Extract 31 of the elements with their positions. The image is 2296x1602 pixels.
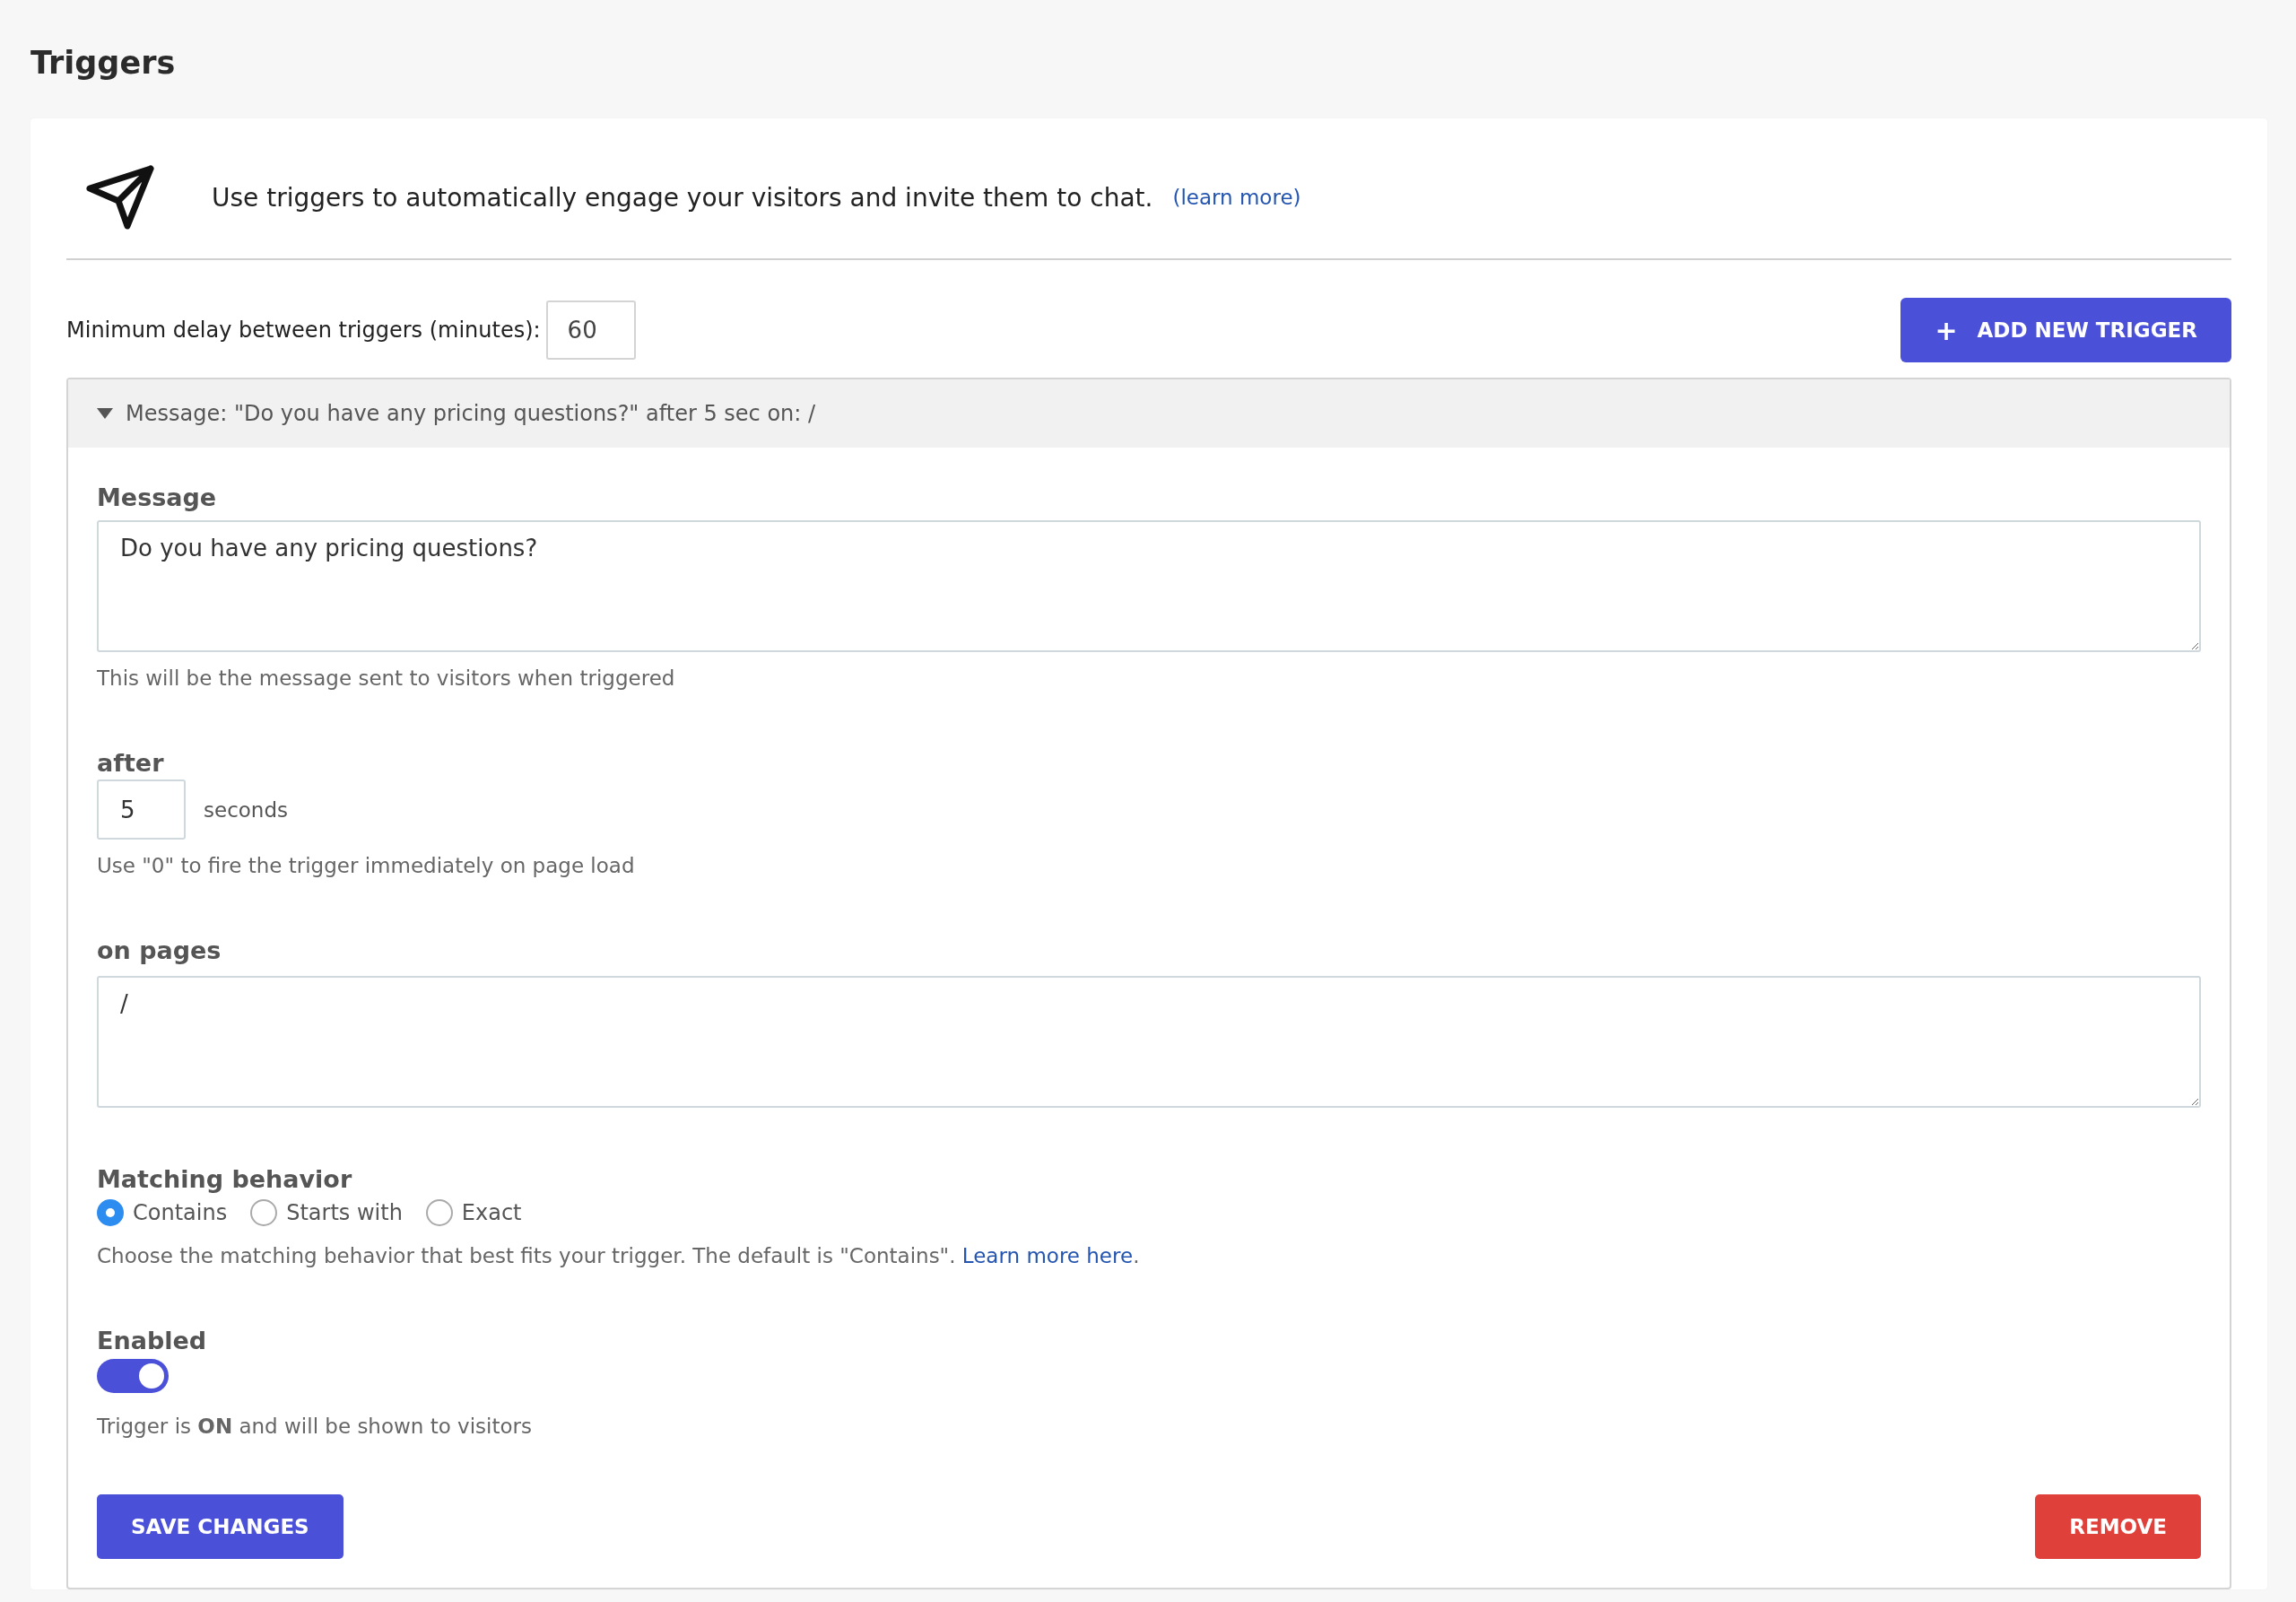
field-label: Message xyxy=(97,483,218,513)
intro-text: Use triggers to automatically engage your visitors and invite them to chat. xyxy=(212,182,1153,213)
radio-button[interactable] xyxy=(250,1199,278,1226)
radio-label: Exact xyxy=(461,1200,522,1225)
paper-plane-icon xyxy=(86,165,154,230)
status-text: Trigger is ON and will be shown to visitors xyxy=(97,1414,534,1440)
field-label: on pages xyxy=(97,936,222,966)
help-text: Use "0" to fire the trigger immediately on page load xyxy=(97,853,636,879)
learn-more-link[interactable]: Learn more here xyxy=(961,1244,1134,1267)
field-label: Enabled xyxy=(97,1326,208,1356)
add-trigger-button[interactable]: + ADD NEW TRIGGER xyxy=(1900,298,2231,362)
pages-field[interactable]: / xyxy=(97,976,2201,1108)
help-text: Choose the matching behavior that best fits your trigger. The default is "Contains". Learn more here. xyxy=(97,1243,1141,1269)
save-button[interactable]: SAVE CHANGES xyxy=(97,1494,344,1559)
remove-button[interactable]: REMOVE xyxy=(2035,1494,2201,1559)
radio-label: Contains xyxy=(133,1200,228,1225)
radio-button[interactable] xyxy=(97,1199,124,1226)
unit-label: seconds xyxy=(204,797,288,822)
delay-label: Minimum delay between triggers (minutes): xyxy=(66,318,541,343)
field-label: Matching behavior xyxy=(97,1164,353,1195)
learn-more-link[interactable]: (learn more) xyxy=(1172,186,1301,209)
radio-label: Starts with xyxy=(286,1200,403,1225)
help-text: This will be the message sent to visitors when triggered xyxy=(97,666,676,692)
enabled-toggle[interactable] xyxy=(97,1359,169,1393)
field-label: after xyxy=(97,748,165,779)
page-title: Triggers xyxy=(30,44,177,83)
radio-button[interactable] xyxy=(425,1199,453,1226)
delay-input[interactable]: 60 xyxy=(545,300,636,360)
message-field[interactable]: Do you have any pricing questions? xyxy=(97,520,2201,652)
trigger-header[interactable]: Message: "Do you have any pricing questions?" after 5 sec on: / xyxy=(68,379,2230,448)
seconds-input[interactable]: 5 xyxy=(97,779,186,840)
